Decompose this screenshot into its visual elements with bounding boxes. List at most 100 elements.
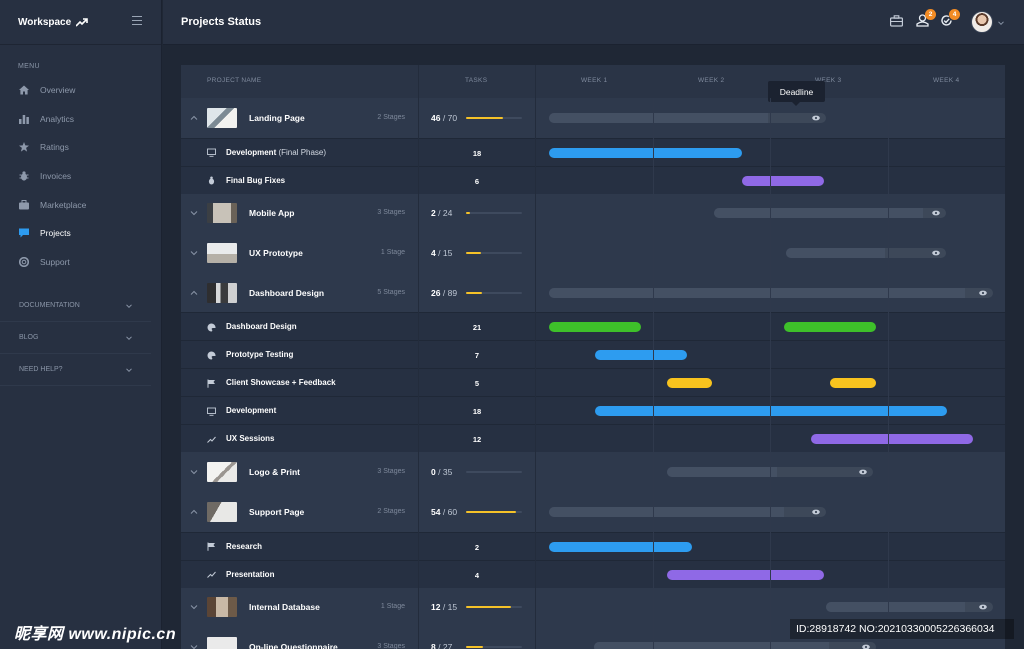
project-row[interactable]: Landing Page 2 Stages 46 / 70 <box>181 98 1005 138</box>
avatar[interactable] <box>971 11 993 33</box>
project-row[interactable]: Support Page 2 Stages 54 / 60 <box>181 492 1005 532</box>
task-timeline-bar[interactable] <box>829 378 876 389</box>
chevron-up-icon[interactable] <box>190 114 198 122</box>
section-documentation[interactable]: DOCUMENTATION <box>0 290 151 323</box>
project-row[interactable]: Logo & Print 3 Stages 0 / 35 <box>181 452 1005 492</box>
page-title: Projects Status <box>181 16 262 28</box>
project-timeline-bar[interactable] <box>593 641 876 649</box>
task-progress-text: 54 / 60 <box>431 506 458 517</box>
trending-up-icon <box>76 18 88 27</box>
monitor-icon <box>207 148 216 157</box>
project-row[interactable]: Dashboard Design 5 Stages 26 / 89 <box>181 272 1005 313</box>
sync-alerts-button[interactable]: 4 <box>940 9 960 28</box>
task-row[interactable]: Development 18 <box>181 396 1005 425</box>
task-timeline-bar[interactable] <box>741 175 825 186</box>
section-need-help[interactable]: NEED HELP? <box>0 354 151 387</box>
task-title: Prototype Testing <box>226 350 294 360</box>
project-name: Landing Page <box>249 112 305 123</box>
project-thumbnail <box>207 203 237 224</box>
sidebar-item-overview[interactable]: Overview <box>0 76 161 105</box>
project-timeline-bar[interactable] <box>549 506 827 517</box>
bar-chart-icon <box>19 114 29 124</box>
task-row[interactable]: UX Sessions 12 <box>181 424 1005 453</box>
eye-icon[interactable] <box>861 644 870 649</box>
task-timeline-bar[interactable] <box>784 322 876 333</box>
tasks-done: 0 <box>431 467 436 478</box>
task-timeline-bar[interactable] <box>594 350 687 361</box>
task-progress-bar <box>466 645 522 648</box>
task-progress-text: 8 / 27 <box>431 642 452 649</box>
eye-icon[interactable] <box>812 509 821 515</box>
sidebar-item-support[interactable]: Support <box>0 248 161 277</box>
sidebar-item-marketplace[interactable]: Marketplace <box>0 190 161 219</box>
lifebuoy-icon <box>19 256 29 267</box>
project-timeline-bar[interactable] <box>549 112 827 123</box>
task-progress-bar <box>466 116 522 119</box>
task-title: Development <box>226 147 277 157</box>
task-timeline-bar[interactable] <box>594 406 948 417</box>
eye-icon[interactable] <box>932 250 941 256</box>
task-timeline-bar[interactable] <box>549 322 641 333</box>
chevron-up-icon[interactable] <box>190 508 198 516</box>
task-progress-text: 0 / 35 <box>431 467 453 478</box>
task-timeline-bar[interactable] <box>666 569 825 580</box>
eye-icon[interactable] <box>932 210 941 216</box>
tasks-done: 8 <box>431 641 436 649</box>
project-row[interactable]: Internal Database 1 Stage 12 / 15 <box>181 587 1005 628</box>
hamburger-menu-button[interactable] <box>132 16 142 25</box>
project-row[interactable]: Mobile App 3 Stages 2 / 24 <box>181 193 1005 234</box>
sidebar-item-invoices[interactable]: Invoices <box>0 162 161 191</box>
eye-icon[interactable] <box>979 290 988 296</box>
task-row[interactable]: Client Showcase + Feedback 5 <box>181 368 1005 397</box>
project-timeline-bar[interactable] <box>713 208 947 219</box>
briefcase-button[interactable] <box>890 14 904 28</box>
chevron-down-icon[interactable] <box>190 643 198 649</box>
chevron-down-icon[interactable] <box>998 20 1004 26</box>
project-row[interactable]: On-line Questionnaire 3 Stages 8 / 27 <box>181 627 1005 649</box>
task-timeline-bar[interactable] <box>549 147 742 158</box>
column-header-tasks: TASKS <box>465 77 488 84</box>
task-row[interactable]: Development (Final Phase) 18 <box>181 137 1005 166</box>
project-timeline-bar[interactable] <box>826 602 994 613</box>
project-row[interactable]: UX Prototype 1 Stage 4 / 15 <box>181 233 1005 273</box>
chevron-down-icon[interactable] <box>190 468 198 476</box>
tasks-total: 60 <box>447 506 458 517</box>
task-title: Development <box>226 406 277 416</box>
task-progress-fill <box>466 116 503 119</box>
user-alerts-button[interactable]: 2 <box>916 9 936 28</box>
tasks-total: 27 <box>442 641 453 649</box>
eye-icon[interactable] <box>859 469 868 475</box>
task-row[interactable]: Research 2 <box>181 531 1005 560</box>
sidebar-item-label: Analytics <box>40 113 75 124</box>
eye-icon[interactable] <box>812 115 821 121</box>
stage-count: 1 Stage <box>380 603 405 611</box>
tasks-done: 4 <box>431 247 436 258</box>
bug-icon <box>19 171 29 181</box>
sidebar-item-projects[interactable]: Projects <box>0 219 161 248</box>
task-timeline-bar[interactable] <box>549 541 693 552</box>
tasks-done: 54 <box>431 506 441 517</box>
chevron-down-icon[interactable] <box>190 603 198 611</box>
task-timeline-bar[interactable] <box>811 434 974 445</box>
sidebar-item-analytics[interactable]: Analytics <box>0 105 161 134</box>
project-thumbnail <box>207 462 237 483</box>
task-row[interactable]: Presentation 4 <box>181 559 1005 588</box>
section-blog[interactable]: BLOG <box>0 322 151 355</box>
tasks-total: 24 <box>442 208 453 219</box>
task-progress-fill <box>466 645 483 648</box>
chevron-up-icon[interactable] <box>190 289 198 297</box>
task-row[interactable]: Prototype Testing 7 <box>181 340 1005 369</box>
project-timeline-bar[interactable] <box>786 247 947 258</box>
task-row[interactable]: Dashboard Design 21 <box>181 312 1005 341</box>
sidebar-item-label: Invoices <box>40 171 72 182</box>
chevron-down-icon <box>126 368 132 372</box>
project-name: On-line Questionnaire <box>249 641 338 649</box>
chevron-down-icon[interactable] <box>190 209 198 217</box>
sidebar-item-ratings[interactable]: Ratings <box>0 133 161 162</box>
task-timeline-bar[interactable] <box>666 378 713 389</box>
chevron-down-icon[interactable] <box>190 249 198 257</box>
eye-icon[interactable] <box>979 604 988 610</box>
sidebar-item-label: Support <box>40 256 70 267</box>
task-row[interactable]: Final Bug Fixes 6 <box>181 165 1005 194</box>
project-timeline-bar[interactable] <box>549 287 994 298</box>
